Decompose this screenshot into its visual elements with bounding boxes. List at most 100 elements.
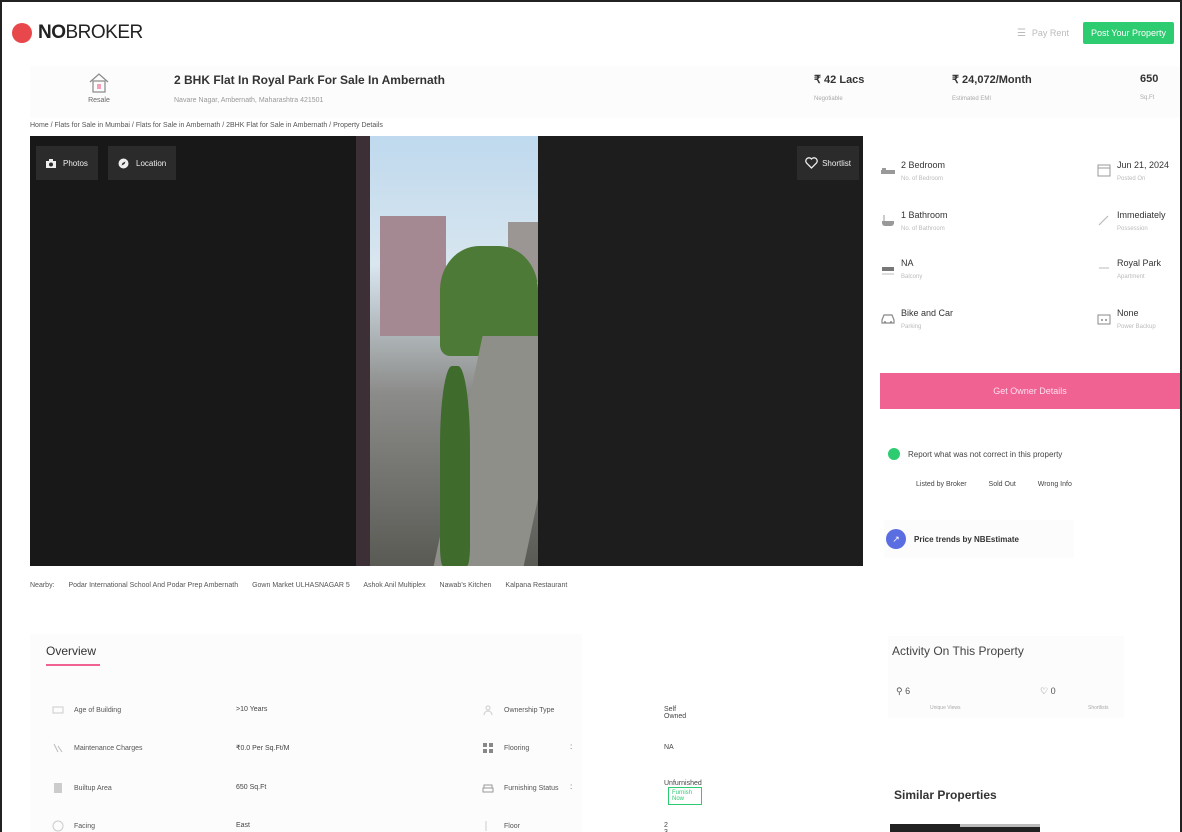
overview-flooring: Flooring [482, 742, 529, 754]
get-owner-details-button[interactable]: Get Owner Details [880, 373, 1180, 409]
overview-value: ₹0.0 Per Sq.Ft/M [236, 745, 290, 752]
key-icon [1098, 215, 1109, 226]
area-stat: 650 Sq.Ft [1140, 73, 1158, 101]
detail-parking: Bike and Car Parking [880, 308, 953, 330]
overview-label: Ownership Type [504, 706, 555, 714]
furnish-now-button[interactable]: Furnish Now [668, 787, 702, 805]
price-trend-icon: ↗ [886, 529, 906, 549]
overview-label: Facing [74, 822, 96, 830]
detail-value: Royal Park [1117, 258, 1162, 268]
colon-separator: : [570, 782, 573, 791]
overview-value: 2 3 [664, 822, 668, 832]
overview-label: Flooring [504, 744, 530, 752]
house-icon [89, 73, 109, 93]
report-option-broker[interactable]: Listed by Broker [916, 481, 967, 488]
similar-property-thumbnail[interactable] [890, 824, 1040, 832]
nearby-place[interactable]: Nawab's Kitchen [440, 582, 492, 589]
maintenance-icon [53, 743, 63, 753]
shortlist-button[interactable]: Shortlist [797, 146, 859, 180]
menu-icon[interactable]: ☰ [1017, 28, 1026, 39]
overview-label: Age of Building [74, 706, 122, 714]
detail-power-backup: None Power Backup [1096, 308, 1156, 330]
price-trends-card[interactable]: ↗ Price trends by NBEstimate [884, 520, 1074, 558]
bath-icon [882, 215, 894, 226]
emi-sub[interactable]: Estimated EMI [952, 96, 1032, 102]
nearby-place[interactable]: Gown Market ULHASNAGAR 5 [252, 582, 350, 589]
report-icon [888, 448, 900, 460]
detail-value: NA [901, 258, 914, 268]
nobroker-logo[interactable]: NOBROKER [12, 22, 143, 44]
overview-value: Self Owned [664, 706, 687, 720]
report-option-wrong-info[interactable]: Wrong Info [1038, 481, 1072, 488]
detail-label: Apartment [1117, 274, 1145, 280]
overview-label: Builtup Area [74, 784, 112, 792]
unique-views: ⚲ 6 [896, 686, 910, 697]
nearby-place[interactable]: Podar International School And Podar Pre… [68, 582, 238, 589]
views-count: 6 [905, 686, 911, 696]
detail-bathroom: 1 Bathroom No. of Bathroom [880, 210, 948, 232]
photo-building-left [380, 216, 446, 336]
nearby-place[interactable]: Ashok Anil Multiplex [363, 582, 425, 589]
emi-stat: ₹ 24,072/Month Estimated EMI [952, 73, 1032, 102]
detail-value: Bike and Car [901, 308, 954, 318]
overview-facing: Facing [52, 820, 95, 832]
detail-value: 2 Bedroom [901, 160, 946, 170]
shortlist-label: Shortlist [822, 158, 851, 168]
detail-bedroom: 2 Bedroom No. of Bedroom [880, 160, 945, 182]
car-icon [881, 314, 895, 324]
price-trend-label: Price trends by NBEstimate [914, 534, 1019, 544]
overview-furnishing: Furnishing Status [482, 782, 558, 794]
nearby-bar: Nearby: Podar International School And P… [30, 582, 579, 589]
overview-value: Unfurnished Furnish Now [664, 780, 702, 805]
gallery-left-panel [30, 136, 356, 566]
detail-balcony: NA Balcony [880, 258, 922, 280]
overview-builtup: Builtup Area [52, 782, 112, 794]
report-link[interactable]: Report what was not correct in this prop… [888, 448, 1062, 460]
heart-icon [805, 157, 818, 169]
area-sub: Sq.Ft [1140, 95, 1155, 101]
location-button[interactable]: Location [108, 146, 177, 180]
building-age-icon [52, 706, 64, 714]
activity-title: Activity On This Property [892, 644, 1024, 658]
overview-underline [46, 664, 100, 666]
overview-title: Overview [46, 644, 97, 658]
floor-icon [485, 821, 487, 831]
location-label: Location [136, 158, 167, 168]
price-stat: ₹ 42 Lacs Negotiable [814, 73, 864, 102]
photos-button[interactable]: Photos [36, 146, 98, 180]
property-address: Navare Nagar, Ambernath, Maharashtra 421… [174, 97, 324, 104]
furnishing-value: Unfurnished [664, 780, 702, 787]
views-label: Unique Views [930, 705, 961, 711]
logo-icon [12, 23, 32, 43]
photo-gallery[interactable]: Photos Location Shortlist [30, 136, 863, 566]
top-navbar: NOBROKER ☰ Pay Rent Post Your Property [0, 0, 1182, 62]
property-title: 2 BHK Flat In Royal Park For Sale In Amb… [174, 73, 445, 87]
bed-icon [881, 168, 895, 174]
heart-icon: ♡ [1040, 686, 1049, 696]
overview-maintenance: Maintenance Charges [52, 742, 143, 754]
detail-label: Power Backup [1117, 324, 1156, 330]
photo-hedge [440, 366, 470, 566]
logo-text: NOBROKER [38, 22, 143, 43]
area-value: 650 [1140, 73, 1159, 85]
similar-properties-title: Similar Properties [894, 788, 997, 802]
emi-value: ₹ 24,072/Month [952, 74, 1032, 86]
sofa-icon [482, 784, 494, 793]
overview-value: East [236, 822, 251, 829]
resale-badge: Resale [84, 72, 114, 104]
report-option-sold-out[interactable]: Sold Out [989, 481, 1016, 488]
frame-top-edge [0, 0, 1182, 2]
compass-icon [52, 820, 64, 832]
shortlists-count: 0 [1050, 686, 1056, 696]
shortlists-label: Shortlists [1088, 705, 1109, 711]
breadcrumb[interactable]: Home / Flats for Sale in Mumbai / Flats … [30, 122, 383, 129]
nearby-place[interactable]: Kalpana Restaurant [505, 582, 567, 589]
nearby-label: Nearby: [30, 582, 55, 589]
post-property-button[interactable]: Post Your Property [1082, 22, 1174, 44]
calendar-icon [1097, 164, 1111, 177]
overview-section: Overview Age of Building >10 Years Maint… [30, 634, 702, 832]
pay-rent-link[interactable]: Pay Rent [1032, 28, 1069, 38]
activity-card: Activity On This Property ⚲ 6 Unique Vie… [888, 636, 1124, 718]
property-photo[interactable] [370, 136, 538, 566]
detail-value: Jun 21, 2024 [1117, 160, 1170, 170]
